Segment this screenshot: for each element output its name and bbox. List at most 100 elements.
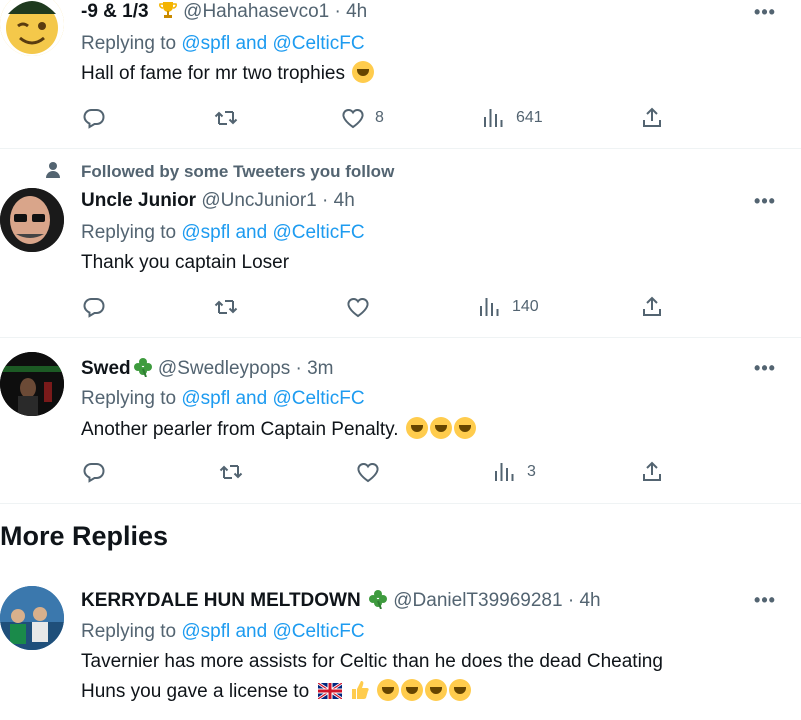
replying-to-links[interactable]: @spfl and @CelticFC — [181, 33, 364, 54]
trophy-icon — [158, 2, 177, 18]
avatar[interactable] — [0, 352, 64, 416]
avatar[interactable] — [0, 586, 64, 650]
tweet-text: Thank you captain Loser — [81, 248, 289, 278]
replying-prefix: Replying to — [81, 33, 177, 54]
tweet-text-line-1: Tavernier has more assists for Celtic th… — [81, 651, 663, 672]
reply-icon — [82, 460, 106, 484]
tweet-text: Another pearler from Captain Penalty. — [81, 415, 476, 445]
retweet-icon — [214, 295, 238, 319]
divider — [0, 503, 801, 504]
laughing-emoji-icon — [400, 679, 423, 701]
display-name-text[interactable]: -9 & 1/3 — [81, 1, 149, 22]
display-name-text[interactable]: Swed — [81, 358, 131, 379]
like-icon — [356, 460, 380, 484]
laughing-emoji-icon — [424, 679, 447, 701]
tweet-text-content: Another pearler from Captain Penalty. — [81, 419, 399, 440]
social-context[interactable]: Followed by some Tweeters you follow — [81, 162, 394, 182]
tweet-text-line-2: Huns you gave a license to — [81, 677, 663, 707]
views-button[interactable]: 3 — [493, 460, 536, 484]
more-icon: ••• — [754, 358, 776, 378]
laughing-emoji-icon — [352, 61, 375, 83]
person-icon — [46, 162, 60, 178]
retweet-button[interactable] — [214, 106, 238, 130]
replying-to: Replying to @spfl and @CelticFC — [81, 388, 365, 410]
tweet-text-content: Thank you captain Loser — [81, 252, 290, 273]
display-name[interactable]: Swed @Swedleypops · 3m — [81, 357, 334, 380]
reply-button[interactable] — [82, 460, 106, 484]
display-name-text[interactable]: Uncle Junior — [81, 190, 196, 211]
tweet-text-content: Hall of fame for mr two trophies — [81, 63, 345, 84]
more-icon: ••• — [754, 590, 776, 610]
reply-icon — [82, 106, 106, 130]
retweet-icon — [219, 460, 243, 484]
more-options-button[interactable]: ••• — [753, 358, 777, 382]
view-count: 3 — [527, 463, 536, 480]
views-button[interactable]: 641 — [482, 106, 543, 130]
reply-button[interactable] — [82, 106, 106, 130]
replying-to: Replying to @spfl and @CelticFC — [81, 621, 365, 643]
views-icon — [493, 460, 517, 484]
shamrock-icon — [133, 357, 153, 377]
view-count: 140 — [512, 298, 539, 315]
replying-prefix: Replying to — [81, 621, 177, 642]
views-icon — [482, 106, 506, 130]
rofl-emoji-icon — [453, 417, 476, 439]
replying-to: Replying to @spfl and @CelticFC — [81, 222, 365, 244]
tweet-text: Hall of fame for mr two trophies — [81, 59, 375, 89]
retweet-button[interactable] — [219, 460, 243, 484]
handle[interactable]: @Hahahasevco1 · 4h — [183, 1, 367, 22]
more-options-button[interactable]: ••• — [753, 191, 777, 215]
more-options-button[interactable]: ••• — [753, 2, 777, 26]
profile-photo — [0, 586, 64, 650]
more-icon: ••• — [754, 2, 776, 22]
display-name[interactable]: Uncle Junior @UncJunior1 · 4h — [81, 190, 355, 212]
more-options-button[interactable]: ••• — [753, 590, 777, 614]
share-button[interactable] — [640, 460, 664, 484]
shamrock-icon — [368, 589, 388, 609]
more-icon: ••• — [754, 191, 776, 211]
tweet-text-line-2-content: Huns you gave a license to — [81, 681, 310, 702]
display-name[interactable]: -9 & 1/3 @Hahahasevco1 · 4h — [81, 0, 367, 23]
avatar[interactable] — [0, 0, 64, 56]
handle[interactable]: @UncJunior1 · 4h — [201, 190, 354, 211]
replying-prefix: Replying to — [81, 222, 177, 243]
display-name[interactable]: KERRYDALE HUN MELTDOWN @DanielT39969281 … — [81, 589, 601, 612]
like-button[interactable]: 8 — [341, 106, 384, 130]
replying-to-links[interactable]: @spfl and @CelticFC — [181, 621, 364, 642]
laughing-emoji-icon — [376, 679, 399, 701]
handle[interactable]: @Swedleypops · 3m — [158, 358, 334, 379]
winking-face-icon — [0, 0, 64, 56]
reply-button[interactable] — [82, 295, 106, 319]
profile-photo — [0, 352, 64, 416]
views-button[interactable]: 140 — [478, 295, 539, 319]
avatar[interactable] — [0, 188, 64, 252]
tweet-3[interactable]: Swed @Swedleypops · 3m ••• Replying to @… — [0, 338, 801, 503]
tweet-2[interactable]: Followed by some Tweeters you follow Unc… — [0, 149, 801, 336]
views-icon — [478, 295, 502, 319]
like-button[interactable] — [356, 460, 380, 484]
crying-emoji-icon — [429, 417, 452, 439]
share-button[interactable] — [640, 295, 664, 319]
uk-flag-icon — [318, 683, 343, 699]
replying-prefix: Replying to — [81, 388, 177, 409]
share-icon — [640, 106, 664, 130]
tweet-text: Tavernier has more assists for Celtic th… — [81, 647, 663, 707]
retweet-button[interactable] — [214, 295, 238, 319]
more-replies-heading: More Replies — [0, 521, 169, 551]
replying-to-links[interactable]: @spfl and @CelticFC — [181, 222, 364, 243]
tweet-4[interactable]: KERRYDALE HUN MELTDOWN @DanielT39969281 … — [0, 572, 801, 720]
retweet-icon — [214, 106, 238, 130]
handle[interactable]: @DanielT39969281 · 4h — [393, 590, 600, 611]
like-button[interactable] — [346, 295, 370, 319]
replying-to: Replying to @spfl and @CelticFC — [81, 33, 365, 55]
reply-icon — [82, 295, 106, 319]
share-button[interactable] — [640, 106, 664, 130]
display-name-text[interactable]: KERRYDALE HUN MELTDOWN — [81, 590, 361, 611]
weary-emoji-icon — [405, 417, 428, 439]
share-icon — [640, 295, 664, 319]
profile-photo — [0, 188, 64, 252]
view-count: 641 — [516, 109, 543, 126]
like-icon — [341, 106, 365, 130]
tweet-1[interactable]: -9 & 1/3 @Hahahasevco1 · 4h ••• Replying… — [0, 0, 801, 148]
replying-to-links[interactable]: @spfl and @CelticFC — [181, 388, 364, 409]
